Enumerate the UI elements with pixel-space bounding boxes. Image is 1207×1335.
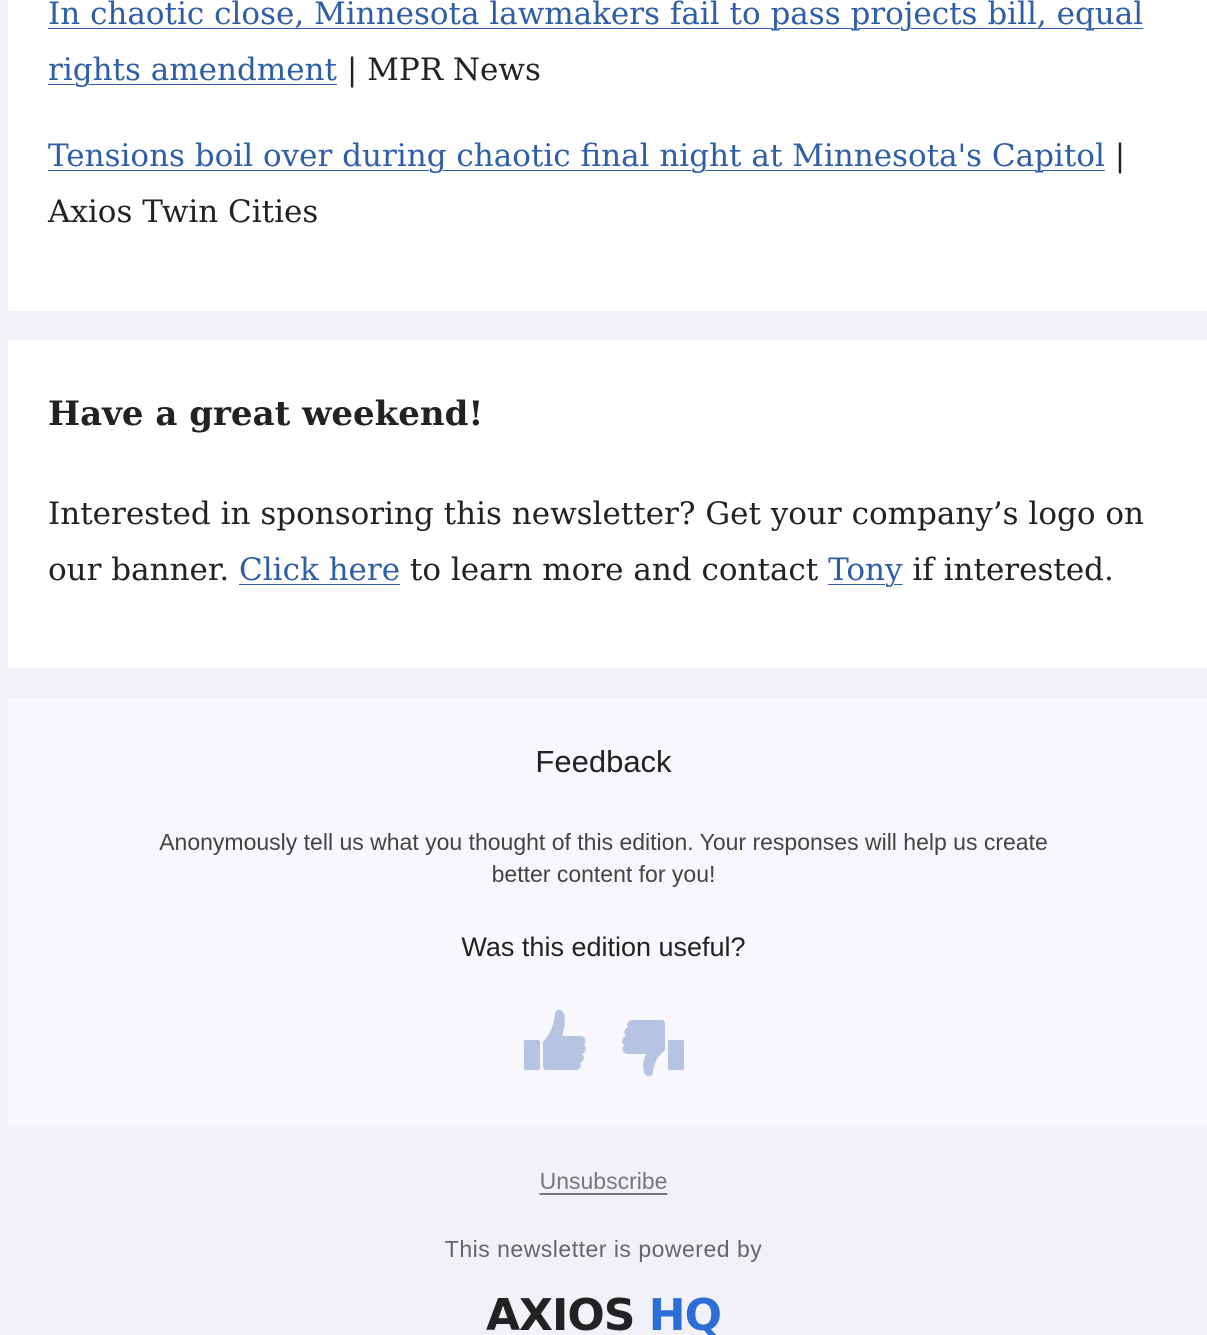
feedback-rating — [0, 1008, 1207, 1082]
story-link[interactable]: In chaotic close, Minnesota lawmakers fa… — [48, 0, 1143, 88]
unsubscribe-link[interactable]: Unsubscribe — [540, 1168, 668, 1194]
sponsor-text-part: if interested. — [902, 552, 1114, 588]
tony-contact-link[interactable]: Tony — [828, 552, 902, 588]
weekend-title: Have a great weekend! — [48, 394, 484, 434]
powered-by-text: This newsletter is powered by — [444, 1236, 763, 1262]
story-source: Axios Twin Cities — [48, 194, 319, 230]
click-here-link[interactable]: Click here — [239, 552, 400, 588]
unsubscribe: Unsubscribe — [0, 1168, 1207, 1195]
separator: | — [1114, 138, 1126, 174]
story-source: MPR News — [367, 52, 541, 88]
axios-hq-logo[interactable]: AXIOS HQ — [0, 1290, 1207, 1335]
story-item: Tensions boil over during chaotic final … — [48, 128, 1147, 240]
story-item: In chaotic close, Minnesota lawmakers fa… — [48, 0, 1147, 98]
thumbs-down-icon[interactable] — [621, 1008, 686, 1082]
separator: | — [346, 52, 358, 88]
feedback-title: Feedback — [535, 744, 672, 779]
story-link[interactable]: Tensions boil over during chaotic final … — [48, 138, 1105, 174]
feedback-description: Anonymously tell us what you thought of … — [159, 829, 1048, 887]
logo-hq: HQ — [648, 1290, 722, 1335]
feedback-question: Was this edition useful? — [461, 932, 746, 962]
logo-axios: AXIOS — [485, 1290, 635, 1335]
thumbs-up-icon[interactable] — [522, 1008, 586, 1082]
sponsor-text-part: to learn more and contact — [400, 552, 829, 588]
sponsor-text: Interested in sponsoring this newsletter… — [48, 486, 1167, 598]
